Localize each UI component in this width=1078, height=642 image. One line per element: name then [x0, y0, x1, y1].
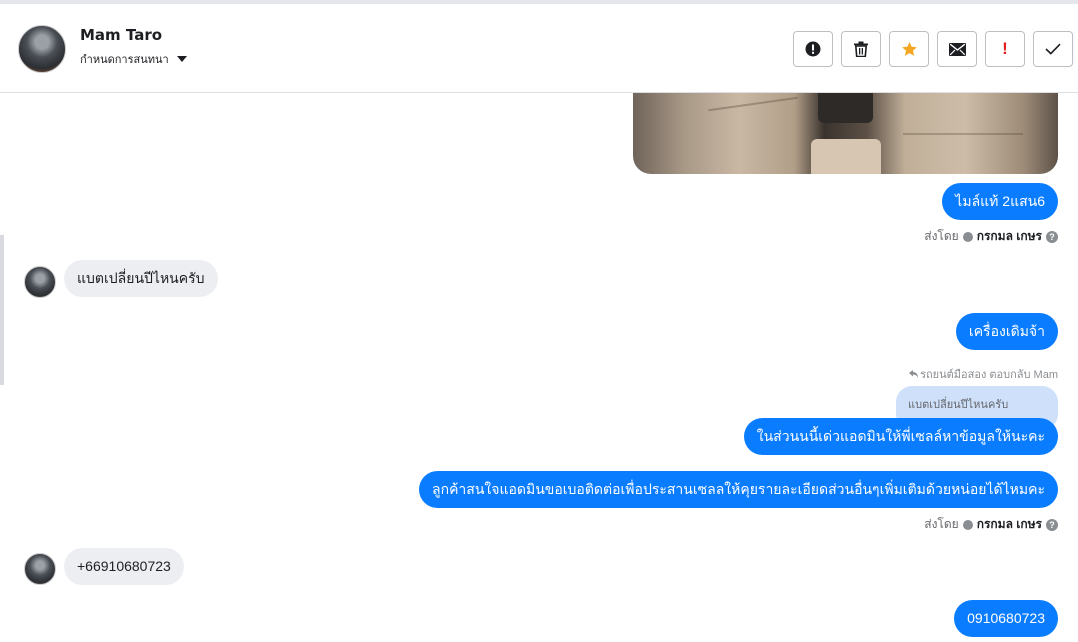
alert-icon: [805, 41, 821, 57]
chevron-down-icon: [176, 56, 187, 62]
photo-shift-console: [818, 93, 873, 123]
mark-done-button[interactable]: [1033, 31, 1073, 67]
check-icon: [1045, 43, 1061, 55]
contact-name[interactable]: Mam Taro: [80, 26, 162, 44]
photo-armrest: [811, 139, 881, 174]
quoted-message-text: แบตเปลี่ยนปีไหนครับ: [908, 399, 1009, 411]
verified-icon: [962, 519, 973, 530]
envelope-icon: [948, 42, 966, 56]
conversation-toolbar: !: [793, 31, 1073, 67]
help-icon[interactable]: ?: [1046, 518, 1058, 531]
star-icon: [901, 41, 917, 56]
mark-spam-button[interactable]: [793, 31, 833, 67]
sent-by-info: ส่งโดย กรกมล เกษร ?: [924, 227, 1058, 246]
important-icon: !: [1002, 39, 1008, 58]
sender-name[interactable]: กรกมล เกษร: [977, 227, 1042, 246]
mark-unread-button[interactable]: [937, 31, 977, 67]
mark-important-button[interactable]: !: [985, 31, 1025, 67]
reply-context: รถยนต์มือสอง ตอบกลับ Mam: [909, 365, 1058, 383]
outgoing-message[interactable]: ในส่วนนนี้เด่วแอดมินให้พี่เซลล์หาข้อมูลใ…: [743, 418, 1058, 455]
sent-by-info: ส่งโดย กรกมล เกษร ?: [924, 515, 1058, 534]
photo-seat-seam: [903, 133, 1023, 135]
conversation-status-dropdown[interactable]: กำหนดการสนทนา: [80, 50, 187, 68]
outgoing-message[interactable]: เครื่องเดิมจ้า: [955, 313, 1058, 350]
delete-button[interactable]: [841, 31, 881, 67]
conversation-status-label: กำหนดการสนทนา: [80, 53, 169, 66]
trash-icon: [854, 41, 868, 57]
sent-by-label: ส่งโดย: [924, 229, 959, 243]
incoming-message[interactable]: แบตเปลี่ยนปีไหนครับ: [64, 260, 218, 297]
outgoing-message[interactable]: 0910680723: [954, 600, 1058, 637]
contact-avatar-small[interactable]: [24, 553, 56, 585]
help-icon[interactable]: ?: [1046, 230, 1058, 243]
star-button[interactable]: [889, 31, 929, 67]
outgoing-message[interactable]: ไมล์แท้ 2แสน6: [942, 183, 1058, 220]
verified-icon: [962, 231, 973, 242]
photo-seat-seam: [708, 96, 798, 112]
sent-by-label: ส่งโดย: [924, 517, 959, 531]
reply-context-text: รถยนต์มือสอง ตอบกลับ Mam: [920, 369, 1058, 381]
outgoing-message[interactable]: ลูกค้าสนใจแอดมินขอเบอติดต่อเพื่อประสานเซ…: [419, 471, 1058, 508]
conversation-header: Mam Taro กำหนดการสนทนา !: [0, 4, 1078, 93]
contact-avatar-small[interactable]: [24, 266, 56, 298]
message-thread[interactable]: ไมล์แท้ 2แสน6 ส่งโดย กรกมล เกษร ? แบตเปล…: [0, 93, 1078, 642]
car-interior-photo[interactable]: [633, 93, 1058, 174]
incoming-message[interactable]: +66910680723: [64, 548, 184, 585]
contact-avatar[interactable]: [18, 25, 66, 73]
reply-arrow-icon: [909, 370, 919, 378]
sender-name[interactable]: กรกมล เกษร: [977, 515, 1042, 534]
